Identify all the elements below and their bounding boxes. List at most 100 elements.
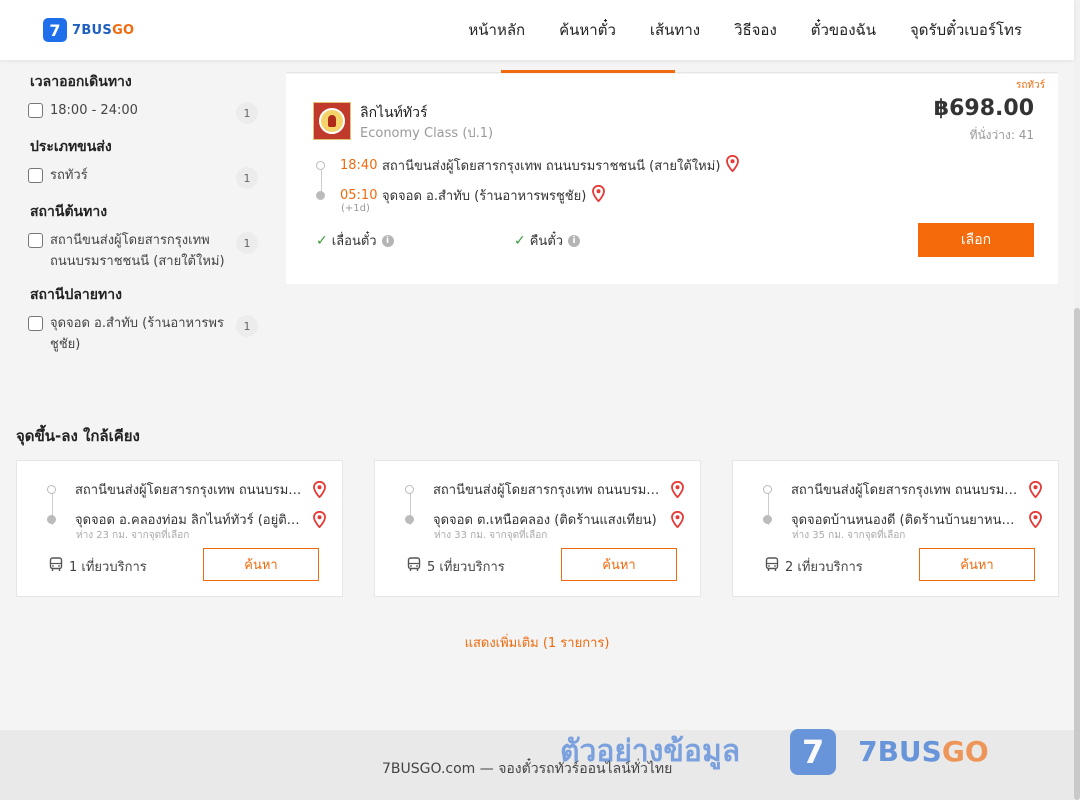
filter-option-label: รถทัวร์ (50, 168, 88, 183)
available-seats: ที่นั่งว่าง: 41 (969, 128, 1034, 142)
nearby-search-button[interactable]: ค้นหา (203, 548, 319, 581)
map-pin-icon[interactable] (671, 510, 684, 532)
nearby-card: สถานีขนส่งผู้โดยสารกรุงเทพ ถนนบรมราชชนนี… (16, 460, 343, 597)
stop-dot-icon (47, 484, 56, 494)
map-pin-icon[interactable] (592, 184, 606, 206)
watermark-brand: 7BUSGO (858, 735, 989, 768)
select-trip-button[interactable]: เลือก (918, 223, 1034, 257)
main-nav: หน้าหลัก ค้นหาตั๋ว เส้นทาง วิธีจอง ตั๋วข… (434, 0, 1022, 60)
nearby-trips-label: 2 เที่ยวบริการ (785, 560, 863, 575)
filter-option[interactable]: สถานีขนส่งผู้โดยสารกรุงเทพ ถนนบรมราชชนนี… (28, 232, 258, 272)
nearby-to-stop: จุดจอดบ้านหนองดี (ติดร้านบ้านยาหนองดี) (763, 510, 1042, 529)
map-pin-icon[interactable] (1029, 480, 1042, 502)
map-pin-icon[interactable] (313, 510, 326, 532)
nearby-card: สถานีขนส่งผู้โดยสารกรุงเทพ ถนนบรมราชชนนี… (732, 460, 1059, 597)
operator-name: ลิกไนท์ทัวร์ (360, 105, 428, 121)
departure-time: 18:40 (340, 157, 378, 173)
filter-title: เวลาออกเดินทาง (30, 74, 132, 90)
checkbox[interactable] (28, 103, 43, 118)
nav-routes[interactable]: เส้นทาง (650, 18, 700, 42)
nearby-trips: 2 เที่ยวบริการ (765, 556, 863, 577)
nearby-from-stop: สถานีขนส่งผู้โดยสารกรุงเทพ ถนนบรมราชชนนี (47, 480, 326, 499)
operator-logo (313, 102, 351, 140)
filter-option-label: จุดจอด อ.สำทับ (ร้านอาหารพรชูชัย) (50, 316, 224, 352)
next-day-note: (+1d) (341, 203, 370, 214)
nearby-trips: 5 เที่ยวบริการ (407, 556, 505, 577)
nearby-search-button[interactable]: ค้นหา (919, 548, 1035, 581)
stop-dot-icon (316, 190, 325, 200)
active-tab-indicator (501, 70, 675, 73)
policy-label: คืนตั๋ว (529, 234, 564, 249)
map-pin-icon[interactable] (1029, 510, 1042, 532)
nearby-distance: ห่าง 35 กม. จากจุดที่เลือก (792, 530, 906, 541)
bus-type-tag: รถทัวร์ (1015, 80, 1045, 91)
info-icon[interactable]: i (381, 234, 394, 247)
nav-search-tickets[interactable]: ค้นหาตั๋ว (559, 18, 616, 42)
nearby-to-name: จุดจอด อ.คลองท่อม ลิกไนท์ทัวร์ (อยู่ติดถ… (75, 512, 306, 528)
bus-icon (407, 557, 421, 576)
filter-option-label: สถานีขนส่งผู้โดยสารกรุงเทพ ถนนบรมราชชนนี… (50, 233, 225, 269)
nav-home[interactable]: หน้าหลัก (468, 18, 525, 42)
nearby-distance: ห่าง 33 กม. จากจุดที่เลือก (434, 530, 548, 541)
arrival-stop: 05:10 จุดจอด อ.สำทับ (ร้านอาหารพรชูชัย) (316, 184, 739, 206)
count-badge: 1 (236, 315, 258, 337)
arrival-time: 05:10 (340, 187, 378, 203)
filter-option[interactable]: รถทัวร์ 1 (28, 167, 258, 189)
nearby-card: สถานีขนส่งผู้โดยสารกรุงเทพ ถนนบรมราชชนนี… (374, 460, 701, 597)
logo-text: 7BUSGO (72, 22, 135, 38)
trip-route: 18:40 สถานีขนส่งผู้โดยสารกรุงเทพ ถนนบรมร… (316, 154, 740, 206)
nav-ticket-pickup[interactable]: จุดรับตั๋วเบอร์โทร (910, 18, 1022, 42)
watermark: ตัวอย่างข้อมูล 7 7BUSGO (560, 728, 989, 775)
filter-option-label: 18:00 - 24:00 (50, 103, 138, 118)
watermark-text: ตัวอย่างข้อมูล (560, 734, 741, 769)
trip-card: รถทัวร์ ลิกไนท์ทัวร์ Economy Class (ป.1)… (286, 74, 1058, 284)
filter-option[interactable]: 18:00 - 24:00 1 (28, 102, 258, 124)
bus-icon (49, 557, 63, 576)
nearby-section-title: จุดขึ้น-ลง ใกล้เคียง (16, 427, 140, 445)
nearby-trips-label: 1 เที่ยวบริการ (69, 560, 147, 575)
count-badge: 1 (236, 232, 258, 254)
logo-icon: 7 (43, 18, 67, 42)
nearby-trips: 1 เที่ยวบริการ (49, 556, 147, 577)
show-more-link[interactable]: แสดงเพิ่มเติม (1 รายการ) (0, 632, 1074, 653)
refund-ticket-policy: ✓ คืนตั๋ว i (514, 230, 581, 251)
filter-sidebar: เวลาออกเดินทาง 18:00 - 24:00 1 ประเภทขนส… (28, 60, 258, 367)
ticket-price: ฿698.00 (933, 96, 1034, 121)
map-pin-icon[interactable] (313, 480, 326, 502)
filter-departure-time: เวลาออกเดินทาง 18:00 - 24:00 1 (28, 71, 258, 124)
site-logo[interactable]: 7 7BUSGO (43, 18, 134, 42)
bus-icon (765, 557, 779, 576)
filter-transport-type: ประเภทขนส่ง รถทัวร์ 1 (28, 136, 258, 189)
top-header: 7 7BUSGO หน้าหลัก ค้นหาตั๋ว เส้นทาง วิธี… (0, 0, 1074, 60)
departure-stop: 18:40 สถานีขนส่งผู้โดยสารกรุงเทพ ถนนบรมร… (316, 154, 740, 176)
nav-how-to-book[interactable]: วิธีจอง (734, 18, 777, 42)
map-pin-icon[interactable] (726, 154, 740, 176)
nearby-to-name: จุดจอดบ้านหนองดี (ติดร้านบ้านยาหนองดี) (791, 512, 1022, 528)
nearby-from-name: สถานีขนส่งผู้โดยสารกรุงเทพ ถนนบรมราชชนนี (433, 482, 664, 498)
nav-my-tickets[interactable]: ตั๋วของฉัน (811, 18, 876, 42)
stop-dot-icon (763, 484, 772, 494)
checkbox[interactable] (28, 233, 43, 248)
map-pin-icon[interactable] (671, 480, 684, 502)
checkbox[interactable] (28, 316, 43, 331)
nearby-from-name: สถานีขนส่งผู้โดยสารกรุงเทพ ถนนบรมราชชนนี (791, 482, 1022, 498)
filter-option[interactable]: จุดจอด อ.สำทับ (ร้านอาหารพรชูชัย) 1 (28, 315, 258, 355)
stop-dot-icon (47, 514, 56, 524)
nearby-to-stop: จุดจอด ต.เหนือคลอง (ติดร้านแสงเทียน) (405, 510, 684, 529)
arrival-station: จุดจอด อ.สำทับ (ร้านอาหารพรชูชัย) (382, 188, 587, 204)
nearby-search-button[interactable]: ค้นหา (561, 548, 677, 581)
check-icon: ✓ (514, 232, 526, 249)
stop-dot-icon (763, 514, 772, 524)
check-icon: ✓ (316, 232, 328, 249)
count-badge: 1 (236, 167, 258, 189)
nearby-distance: ห่าง 23 กม. จากจุดที่เลือก (76, 530, 190, 541)
nearby-from-stop: สถานีขนส่งผู้โดยสารกรุงเทพ ถนนบรมราชชนนี (763, 480, 1042, 499)
change-ticket-policy: ✓ เลื่อนตั๋ว i (316, 230, 394, 251)
nearby-to-name: จุดจอด ต.เหนือคลอง (ติดร้านแสงเทียน) (433, 512, 657, 528)
scrollbar-thumb[interactable] (1074, 308, 1080, 800)
filter-destination-station: สถานีปลายทาง จุดจอด อ.สำทับ (ร้านอาหารพร… (28, 284, 258, 355)
info-icon[interactable]: i (568, 234, 581, 247)
checkbox[interactable] (28, 168, 43, 183)
filter-title: ประเภทขนส่ง (30, 139, 112, 155)
policy-label: เลื่อนตั๋ว (331, 234, 377, 249)
